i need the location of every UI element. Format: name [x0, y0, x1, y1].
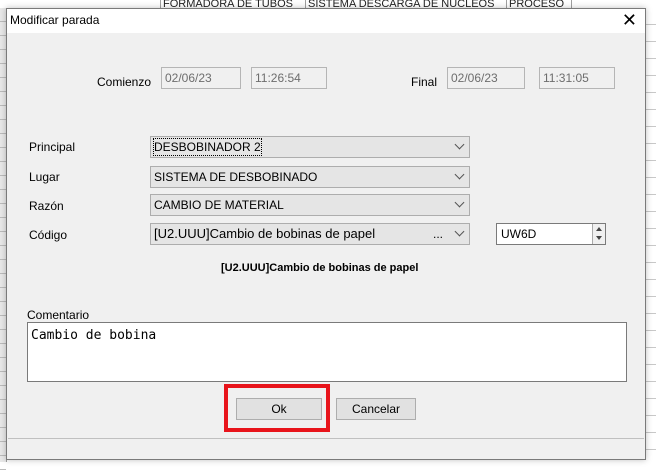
codigo-description: [U2.UUU]Cambio de bobinas de papel — [221, 262, 419, 274]
bg-col-0 — [0, 0, 161, 8]
principal-dropdown[interactable]: DESBOBINADOR 2 — [150, 136, 470, 158]
chevron-down-icon — [454, 226, 465, 237]
principal-label: Principal — [29, 140, 76, 154]
codigo-ellipsis: ... — [432, 227, 443, 241]
codigo-value: [U2.UUU]Cambio de bobinas de papel — [154, 226, 376, 241]
dialog-statusbar — [8, 438, 644, 458]
bg-col-3: PROCESO — [507, 0, 572, 8]
lugar-dropdown[interactable]: SISTEMA DE DESBOBINADO — [150, 166, 470, 188]
chevron-down-icon — [454, 197, 465, 208]
chevron-down-icon — [454, 139, 465, 150]
spin-buttons[interactable] — [592, 224, 605, 244]
comentario-label: Comentario — [27, 308, 90, 322]
chevron-down-icon — [454, 169, 465, 180]
razon-value: CAMBIO DE MATERIAL — [154, 198, 284, 212]
comienzo-date-field[interactable]: 02/06/23 — [161, 67, 241, 89]
background-table-edge — [646, 8, 656, 462]
final-date-field[interactable]: 02/06/23 — [447, 67, 525, 89]
spin-up-icon[interactable] — [596, 227, 602, 231]
spin-down-icon[interactable] — [596, 236, 602, 240]
final-time-field[interactable]: 11:31:05 — [539, 67, 615, 89]
dialog-titlebar[interactable]: Modificar parada ✕ — [7, 9, 645, 33]
final-label: Final — [411, 75, 438, 89]
close-icon[interactable]: ✕ — [622, 10, 637, 30]
ok-button[interactable]: Ok — [236, 398, 322, 420]
comienzo-label: Comienzo — [97, 75, 152, 89]
cancel-button[interactable]: Cancelar — [336, 398, 416, 420]
modificar-parada-dialog: Modificar parada ✕ Comienzo 02/06/23 11:… — [6, 8, 646, 460]
background-table-header: FORMADORA DE TUBOS SISTEMA DESCARGA DE N… — [0, 0, 572, 8]
razon-dropdown[interactable]: CAMBIO DE MATERIAL — [150, 194, 470, 216]
comienzo-time-field[interactable]: 11:26:54 — [251, 67, 327, 89]
code-spin-value: UW6D — [501, 227, 537, 241]
bg-col-1: FORMADORA DE TUBOS — [161, 0, 306, 8]
lugar-value: SISTEMA DE DESBOBINADO — [154, 170, 318, 184]
code-spin-input[interactable]: UW6D — [496, 223, 606, 245]
comentario-textarea[interactable]: Cambio de bobina — [27, 322, 627, 382]
dialog-title: Modificar parada — [10, 13, 100, 27]
razon-label: Razón — [29, 199, 64, 213]
codigo-dropdown[interactable]: [U2.UUU]Cambio de bobinas de papel ... — [150, 223, 470, 245]
bg-col-2: SISTEMA DESCARGA DE NUCLEOS — [306, 0, 507, 8]
codigo-label: Código — [29, 228, 68, 242]
principal-value: DESBOBINADOR 2 — [153, 138, 262, 156]
lugar-label: Lugar — [29, 170, 60, 184]
